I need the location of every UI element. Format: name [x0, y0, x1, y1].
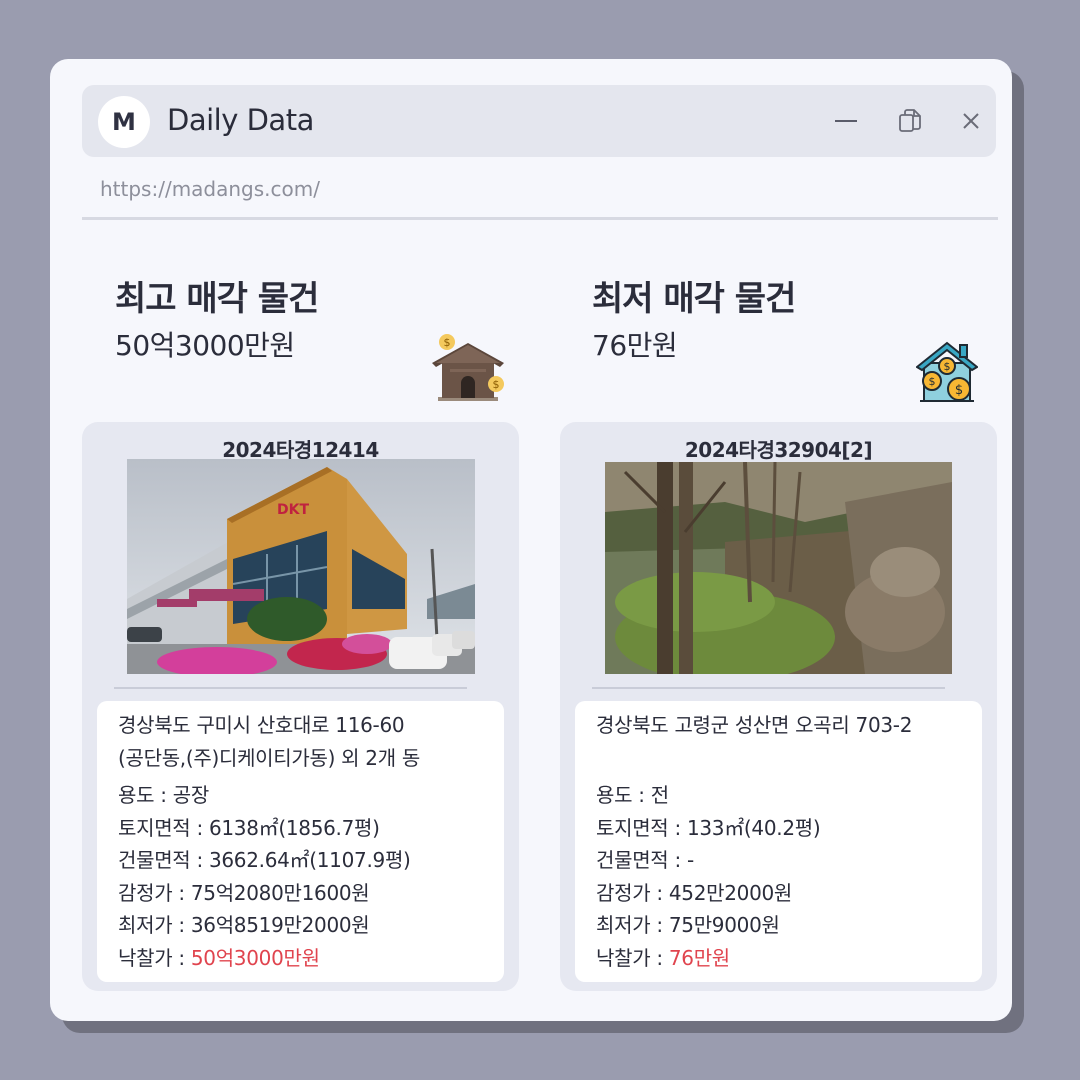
title-bar[interactable]: M Daily Data [82, 85, 996, 157]
copy-button[interactable] [896, 107, 924, 135]
winning-bid-value: 76만원 [668, 945, 730, 970]
header-divider [82, 217, 998, 220]
highest-sale-price: 50억3000만원 [115, 329, 295, 362]
appraisal-row: 감정가 : 452만2000원 [596, 880, 793, 905]
minimum-price-row: 최저가 : 36억8519만2000원 [118, 913, 370, 938]
property-info-panel: 경상북도 고령군 성산면 오곡리 703-2 용도 : 전 토지면적 : 133… [575, 701, 982, 982]
minimize-icon [835, 120, 857, 122]
app-title: Daily Data [167, 103, 314, 137]
property-details: 용도 : 공장 토지면적 : 6138㎡(1856.7평) 건물면적 : 366… [118, 779, 411, 975]
card-divider [592, 687, 945, 689]
lowest-sale-card[interactable]: 2024타경32904[2] 경상북도 고령군 성산면 오곡리 703-2 용도… [560, 422, 997, 991]
lowest-sale-heading: 최저 매각 물건 [592, 279, 796, 319]
close-icon [963, 113, 979, 129]
usage-row: 용도 : 공장 [118, 783, 209, 807]
svg-text:$: $ [444, 336, 451, 349]
svg-text:$: $ [493, 378, 500, 391]
appraisal-row: 감정가 : 75억2080만1600원 [118, 880, 370, 905]
house-coins-icon: $ $ $ [916, 341, 978, 402]
winning-bid-value: 50억3000만원 [190, 945, 320, 970]
property-details: 용도 : 전 토지면적 : 133㎡(40.2평) 건물면적 : - 감정가 :… [596, 779, 821, 975]
case-number[interactable]: 2024타경32904[2] [560, 434, 997, 463]
app-window: M Daily Data https://madangs.com/ 최고 매각 … [50, 59, 1012, 1021]
property-address: 경상북도 고령군 성산면 오곡리 703-2 [596, 709, 976, 742]
property-info-panel: 경상북도 구미시 산호대로 116-60 (공단동,(주)디케이티가동) 외 2… [97, 701, 504, 982]
highest-sale-heading: 최고 매각 물건 [115, 279, 319, 319]
winning-bid-row: 낙찰가 : 50억3000만원 [118, 945, 320, 970]
highest-sale-card[interactable]: 2024타경12414 DKT 경상북도 구미시 산호대로 116-60 (공단… [82, 422, 519, 991]
property-address: 경상북도 구미시 산호대로 116-60 (공단동,(주)디케이티가동) 외 2… [118, 709, 498, 775]
factory-building-photo[interactable]: DKT [127, 459, 475, 674]
usage-row: 용도 : 전 [596, 783, 669, 807]
address-line: (공단동,(주)디케이티가동) 외 2개 동 [118, 746, 420, 770]
svg-text:$: $ [929, 375, 936, 388]
svg-text:$: $ [955, 383, 963, 398]
minimum-price-row: 최저가 : 75만9000원 [596, 913, 780, 938]
lowest-sale-price: 76만원 [592, 329, 678, 362]
winning-bid-row: 낙찰가 : 76만원 [596, 945, 730, 970]
land-area-row: 토지면적 : 133㎡(40.2평) [596, 815, 821, 840]
card-divider [114, 687, 467, 689]
building-area-row: 건물면적 : 3662.64㎡(1107.9평) [118, 848, 411, 873]
svg-text:$: $ [944, 360, 951, 373]
url-text[interactable]: https://madangs.com/ [100, 177, 320, 201]
minimize-button[interactable] [832, 107, 860, 135]
house-money-icon: $ $ [432, 334, 504, 401]
wooded-field-photo[interactable] [605, 462, 952, 674]
address-line: 경상북도 구미시 산호대로 116-60 [118, 713, 405, 737]
app-logo: M [98, 96, 150, 148]
close-button[interactable] [957, 107, 985, 135]
svg-text:DKT: DKT [277, 502, 309, 518]
land-area-row: 토지면적 : 6138㎡(1856.7평) [118, 815, 380, 840]
address-line: 경상북도 고령군 성산면 오곡리 703-2 [596, 713, 913, 737]
copy-icon [899, 109, 921, 132]
building-area-row: 건물면적 : - [596, 848, 694, 873]
